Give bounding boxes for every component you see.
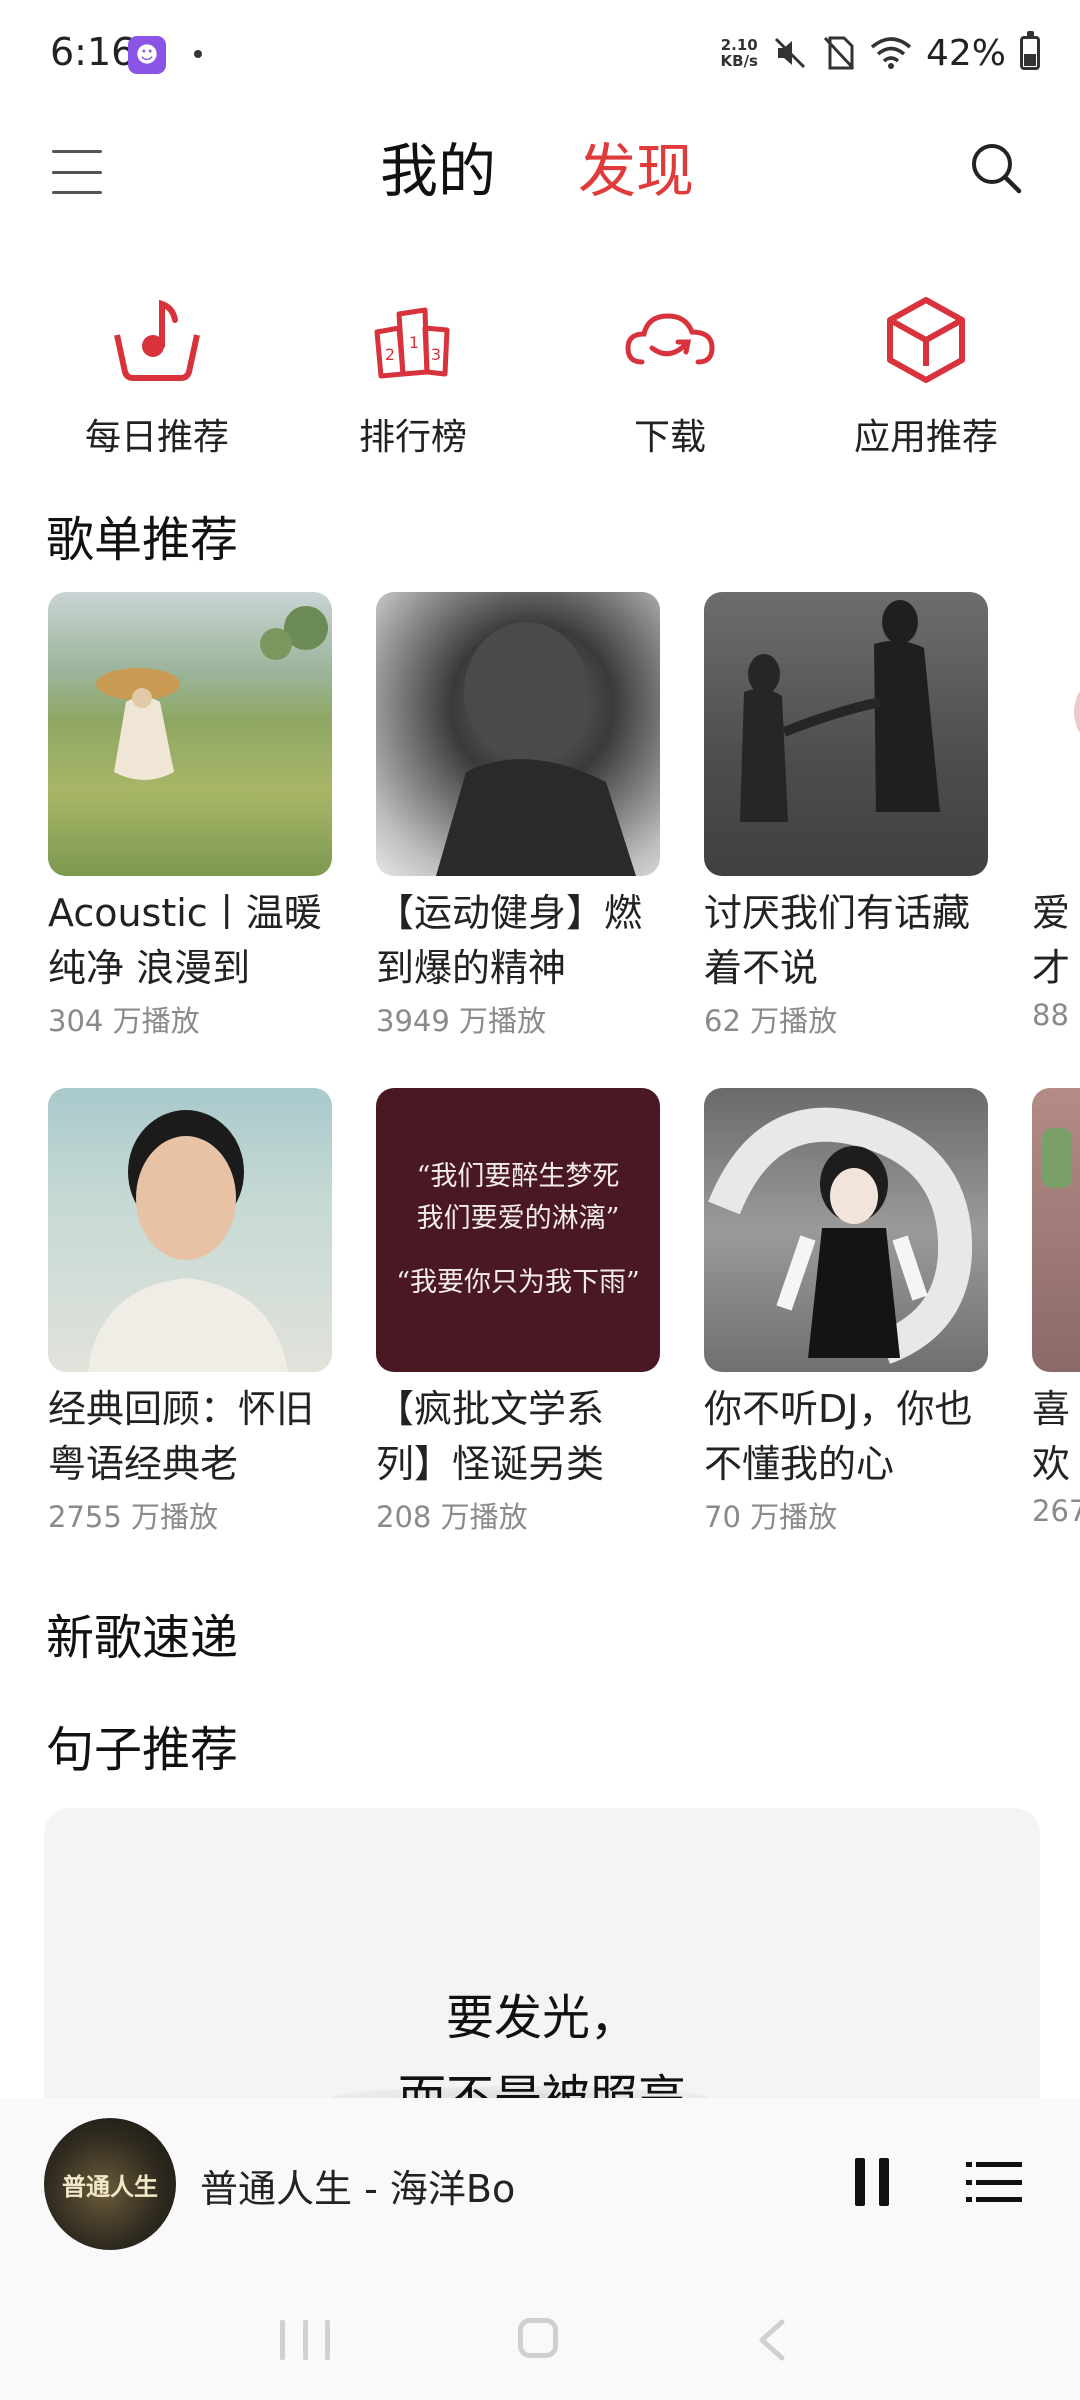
playlist-card-partial[interactable]: 爱才解的 88	[1032, 592, 1080, 1032]
playlist-card[interactable]: “我们要醉生梦死 我们要爱的淋漓” “我要你只为我下雨” 【疯批文学系列】怪诞另…	[376, 1088, 660, 1536]
status-time: 6:16	[50, 30, 136, 74]
playlist-cover	[376, 592, 660, 876]
mute-icon	[774, 37, 806, 69]
recent-bar	[280, 2320, 285, 2360]
playlist-title: 【疯批文学系列】怪诞另类	[376, 1387, 605, 1486]
portrait-photo-icon	[88, 1110, 288, 1372]
playlist-plays: 304 万播放	[48, 1004, 200, 1038]
playlist-cover: “我们要醉生梦死 我们要爱的淋漓” “我要你只为我下雨”	[376, 1088, 660, 1372]
section-title-playlists: 歌单推荐	[46, 512, 239, 568]
playlist-card[interactable]: 【运动健身】燃到爆的精神 3949 万播放	[376, 592, 660, 1040]
status-icons: 2.10 KB/s 42%	[721, 28, 1040, 78]
home-button[interactable]	[518, 2318, 558, 2358]
quick-entry-label: 下载	[633, 417, 706, 458]
playlist-cover	[48, 1088, 332, 1372]
playlist-cover	[1032, 592, 1080, 876]
podium-icon: 2 1 3	[374, 307, 450, 379]
music-note-bowl-icon	[114, 299, 200, 381]
quick-entry-download[interactable]: 下载	[560, 290, 780, 460]
cloud-download-icon	[625, 313, 715, 365]
recent-bar	[302, 2320, 308, 2360]
now-playing-cover[interactable]: 普通人生	[44, 2118, 176, 2250]
pink-circle-icon	[1074, 672, 1080, 752]
quick-entry-label: 每日推荐	[84, 417, 229, 458]
playlist-title: 【运动健身】燃到爆的精神	[376, 891, 643, 990]
menu-line	[52, 150, 102, 153]
playlist-queue-icon[interactable]	[966, 2160, 1022, 2204]
playlist-cover	[704, 1088, 988, 1372]
network-speed-unit: KB/s	[720, 52, 758, 70]
back-icon[interactable]	[752, 2318, 792, 2362]
cover-quote-line: “我们要醉生梦死	[416, 1161, 620, 1192]
pause-bar	[879, 2158, 889, 2206]
now-playing-cover-text: 普通人生	[62, 2171, 158, 2201]
playlist-cover	[1032, 1088, 1080, 1372]
anime-illustration-icon	[708, 1107, 973, 1364]
status-bar: 6:16 ☻ 2.10 KB/s 42%	[0, 0, 1080, 110]
playlist-cover	[704, 592, 988, 876]
svg-text:1: 1	[409, 333, 419, 352]
playlist-title: 经典回顾：怀旧粤语经典老	[48, 1387, 315, 1486]
playlist-plays: 62 万播放	[704, 1004, 838, 1038]
pause-button[interactable]	[855, 2158, 889, 2206]
portrait-photo-icon	[436, 622, 636, 876]
quick-entry-daily[interactable]: 每日推荐	[47, 290, 267, 460]
tab-mine[interactable]: 我的	[380, 124, 496, 208]
playlist-plays: 70 万播放	[704, 1500, 838, 1534]
playlist-title: 喜欢你	[1032, 1387, 1071, 1486]
menu-line	[52, 170, 102, 174]
network-speed-value: 2.10	[720, 36, 758, 54]
playlist-card-partial[interactable]: 喜欢你 267	[1032, 1088, 1080, 1528]
quote-line: 要发光，	[445, 1990, 638, 2046]
menu-button[interactable]	[48, 140, 106, 204]
playlist-plays: 208 万播放	[376, 1500, 528, 1534]
plant-icon	[1042, 1128, 1072, 1188]
playlist-card[interactable]: 经典回顾：怀旧粤语经典老 2755 万播放	[48, 1088, 332, 1536]
notification-dot-icon	[194, 50, 202, 58]
recent-apps-button[interactable]	[280, 2320, 330, 2360]
playlist-title: Acoustic丨温暖纯净 浪漫到	[48, 891, 322, 990]
meadow-painting-icon	[96, 606, 328, 780]
section-title-new-songs: 新歌速递	[46, 1610, 239, 1666]
cover-quote-line: 我们要爱的淋漓”	[416, 1203, 620, 1234]
app-notification-icon: ☻	[128, 36, 166, 74]
recent-bar	[325, 2320, 330, 2360]
playlist-plays: 3949 万播放	[376, 1004, 547, 1038]
cube-icon	[887, 297, 965, 383]
playlist-cover	[48, 592, 332, 876]
playlist-card[interactable]: 讨厌我们有话藏着不说 62 万播放	[704, 592, 988, 1040]
svg-text:2: 2	[385, 345, 395, 364]
quick-entries: 每日推荐 2 1 3 排行榜 下载 应用推荐	[0, 290, 1080, 460]
playlist-title: 讨厌我们有话藏着不说	[704, 891, 971, 990]
playlist-card[interactable]: Acoustic丨温暖纯净 浪漫到 304 万播放	[48, 592, 332, 1040]
battery-percent: 42%	[925, 32, 1006, 74]
playlist-title: 爱才解的	[1032, 891, 1071, 990]
search-icon[interactable]	[964, 136, 1028, 200]
network-speed: 2.10 KB/s	[721, 37, 758, 69]
quick-entry-label: 排行榜	[358, 417, 467, 458]
quick-entry-apps[interactable]: 应用推荐	[816, 290, 1036, 460]
playlist-plays: 2755 万播放	[48, 1500, 219, 1534]
pause-bar	[855, 2158, 865, 2206]
battery-icon	[1020, 31, 1040, 70]
playlist-plays: 88	[1032, 998, 1069, 1032]
now-playing-title[interactable]: 普通人生 - 海洋Bo	[200, 2158, 515, 2213]
svg-text:3: 3	[431, 345, 441, 364]
silhouette-figures-icon	[740, 600, 940, 822]
no-sim-icon	[823, 36, 855, 70]
wifi-icon	[870, 37, 912, 69]
section-title-quotes: 句子推荐	[46, 1722, 239, 1778]
quick-entry-charts[interactable]: 2 1 3 排行榜	[303, 290, 523, 460]
menu-line	[52, 191, 102, 194]
playlist-title: 你不听DJ，你也不懂我的心	[704, 1387, 973, 1486]
playlist-plays: 267	[1032, 1494, 1080, 1528]
playlist-card[interactable]: 你不听DJ，你也不懂我的心 70 万播放	[704, 1088, 988, 1536]
quick-entry-label: 应用推荐	[853, 417, 998, 458]
top-nav: 我的 发现	[0, 110, 1080, 270]
cover-quote-line: “我要你只为我下雨”	[396, 1267, 640, 1298]
tab-discover[interactable]: 发现	[578, 124, 694, 208]
